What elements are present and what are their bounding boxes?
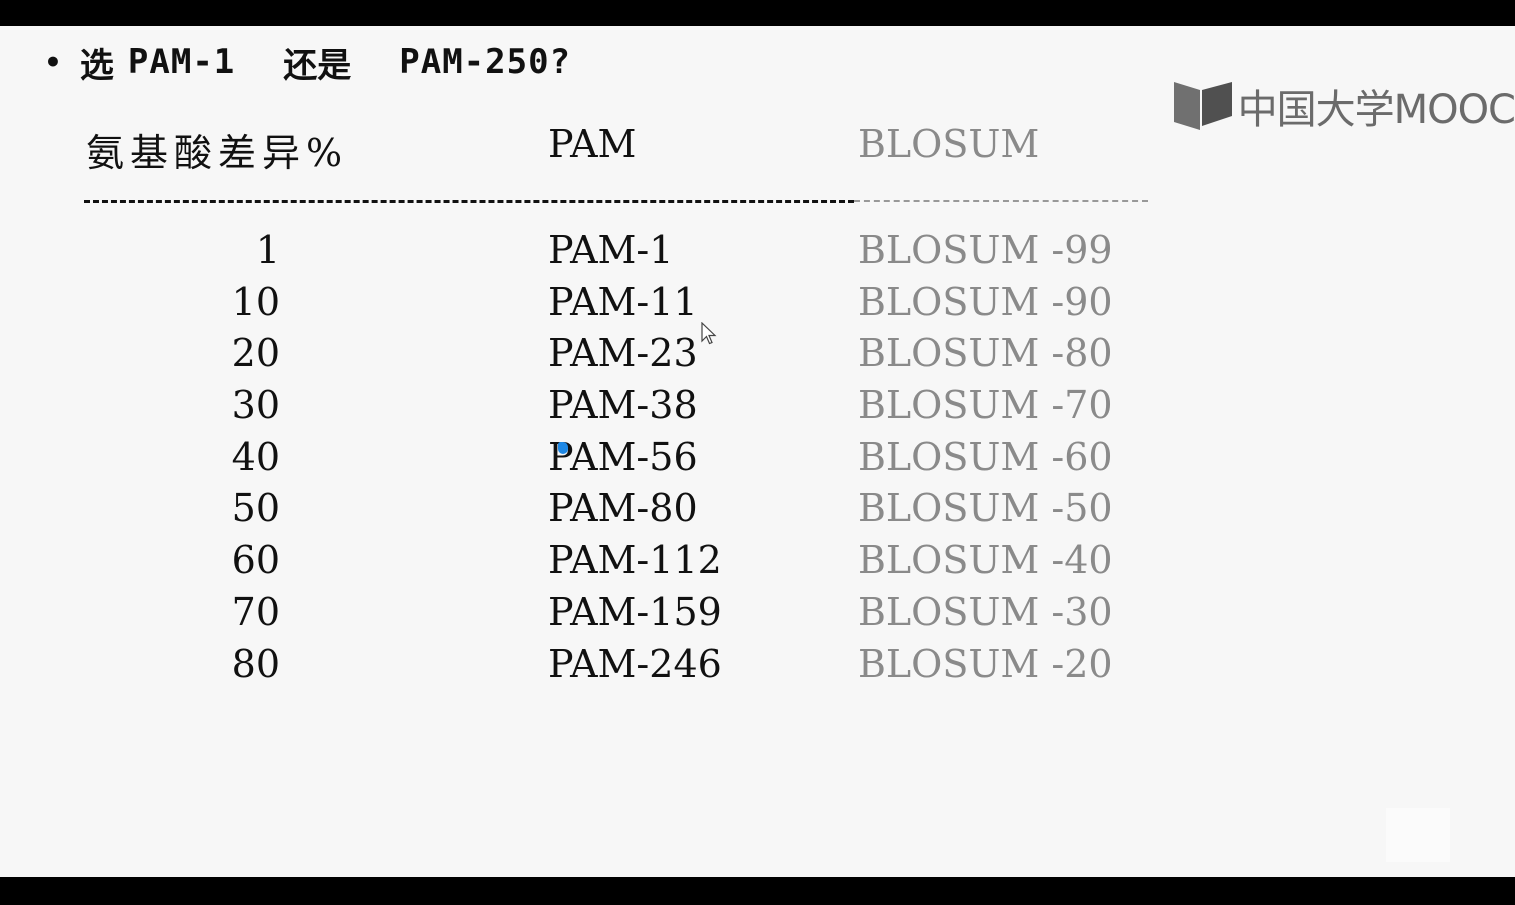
cell-pam: PAM-80: [548, 486, 698, 531]
cell-blosum: BLOSUM -60: [858, 434, 1113, 479]
table-row: 70 PAM-159 BLOSUM -30: [0, 586, 1200, 638]
header-blosum: BLOSUM: [858, 122, 1040, 166]
cell-difference: 50: [231, 486, 280, 531]
mooc-book-logo-icon: [1173, 82, 1232, 130]
cell-difference: 40: [231, 434, 280, 479]
header-divider-light: [854, 200, 1148, 202]
corner-overlay: [1386, 808, 1450, 862]
cell-difference: 60: [231, 538, 280, 583]
cell-pam: PAM-23: [548, 331, 698, 376]
title-or: 还是: [283, 45, 352, 86]
cell-blosum: BLOSUM -90: [858, 279, 1113, 324]
slide-title: • 选 PAM-1 还是 PAM-250?: [44, 40, 572, 86]
table-row: 20 PAM-23 BLOSUM -80: [0, 327, 1200, 379]
cell-blosum: BLOSUM -50: [858, 486, 1113, 531]
cell-difference: 70: [231, 589, 280, 634]
cell-difference: 80: [231, 641, 280, 686]
cell-pam: PAM-38: [548, 383, 698, 428]
table-row: 60 PAM-112 BLOSUM -40: [0, 534, 1200, 586]
cell-difference: 20: [231, 331, 280, 376]
table-row: 50 PAM-80 BLOSUM -50: [0, 482, 1200, 534]
cell-pam: PAM-1: [548, 228, 674, 272]
mouse-cursor-icon: [701, 322, 717, 345]
cell-difference: 30: [231, 383, 280, 428]
header-pam: PAM: [548, 122, 637, 166]
table-row: 10 PAM-11 BLOSUM -90: [0, 276, 1200, 328]
table-row: 30 PAM-38 BLOSUM -70: [0, 379, 1200, 431]
table-row: 40 PAM-56 BLOSUM -60: [0, 431, 1200, 483]
cell-difference: 1: [255, 228, 280, 272]
mooc-logo-text: 中国大学MOOC: [1237, 87, 1515, 133]
table-body: 1 PAM-1 BLOSUM -99 10 PAM-11 BLOSUM -90 …: [0, 224, 1200, 689]
cell-pam: PAM-159: [548, 589, 722, 634]
bullet-icon: •: [44, 45, 62, 79]
cell-pam: PAM-246: [548, 641, 722, 686]
cell-blosum: BLOSUM -99: [858, 228, 1113, 272]
cell-blosum: BLOSUM -80: [858, 331, 1113, 376]
slide: • 选 PAM-1 还是 PAM-250? 中国大学MOOC 氨基酸差异% PA…: [0, 26, 1515, 877]
cell-pam: PAM-112: [548, 538, 722, 583]
table-row: 1 PAM-1 BLOSUM -99: [0, 224, 1200, 276]
table-row: 80 PAM-246 BLOSUM -20: [0, 638, 1200, 690]
header-amino-acid-difference: 氨基酸差异%: [86, 131, 349, 175]
mooc-logo: 中国大学MOOC: [1172, 78, 1515, 134]
title-pam1: PAM-1: [127, 42, 236, 82]
cell-pam: PAM-56: [548, 434, 698, 479]
pointer-dot-icon: [558, 442, 568, 454]
cell-blosum: BLOSUM -30: [858, 589, 1113, 634]
header-divider: [84, 200, 854, 203]
cell-pam: PAM-11: [548, 279, 698, 324]
title-pam250: PAM-250?: [399, 42, 572, 82]
title-choose: 选: [79, 45, 114, 86]
cell-blosum: BLOSUM -40: [858, 538, 1113, 583]
cell-difference: 10: [231, 279, 280, 324]
cell-blosum: BLOSUM -70: [858, 383, 1113, 428]
cell-blosum: BLOSUM -20: [858, 641, 1113, 686]
